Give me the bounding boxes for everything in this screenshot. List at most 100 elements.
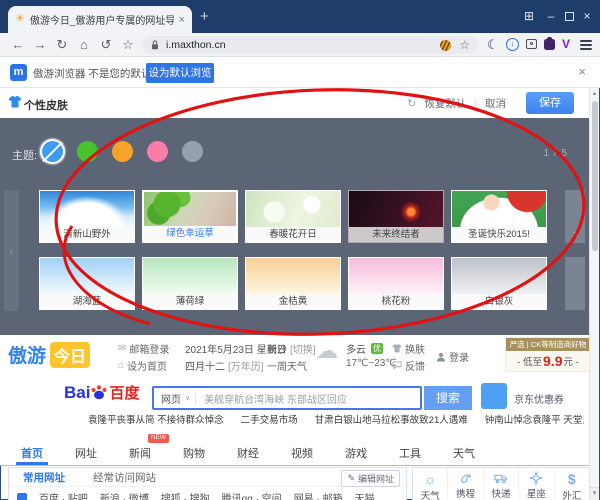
screenshot-icon[interactable] [526, 39, 537, 49]
maximize-button[interactable] [565, 12, 574, 21]
scroll-up-arrow[interactable]: ▴ [590, 89, 599, 97]
widget-forex[interactable]: $ 外汇 [554, 468, 589, 500]
theme-swatch[interactable] [77, 141, 98, 162]
hot-link[interactable]: 钟南山悼念袁隆平 天堂里好好休息 [485, 412, 584, 426]
nav-tab-tools[interactable]: 工具 [394, 443, 426, 465]
undo-icon[interactable]: ↺ [98, 37, 114, 53]
search-input[interactable]: 网页 ∨ 美舰穿航台湾海峡 东部战区回应 [152, 386, 422, 410]
restore-refresh-icon[interactable]: ↻ [407, 97, 416, 110]
tab-common-sites[interactable]: 常用网址 [9, 470, 79, 485]
theme-swatch[interactable] [147, 141, 168, 162]
widget-ctrip[interactable]: 携程 [447, 468, 482, 500]
widget-horoscope[interactable]: 星座 [518, 468, 553, 500]
forward-icon[interactable]: → [32, 37, 48, 53]
theme-swatch[interactable] [112, 141, 133, 162]
site-link-group[interactable]: 新浪 · 微博 [100, 490, 149, 500]
theme-preview-image [40, 191, 134, 227]
restore-default-link[interactable]: 恢复默认 [424, 96, 466, 111]
theme-thumbnail[interactable]: 白银灰 [451, 257, 547, 310]
widget-weather[interactable]: ☼ 天气 [413, 468, 447, 500]
nav-tab-games[interactable]: 游戏 [340, 443, 372, 465]
mail-login-link[interactable]: ✉ 邮箱登录 [118, 341, 169, 356]
new-tab-button[interactable]: + [200, 8, 209, 25]
scrollbar-thumb[interactable] [592, 101, 599, 251]
back-icon[interactable]: ← [10, 37, 26, 53]
site-link-group[interactable]: 搜狐 · 搜狗 [161, 490, 210, 500]
set-default-browser-button[interactable]: 设为默认浏览器 [146, 63, 214, 83]
nav-tab-sites[interactable]: 网址 [70, 443, 102, 465]
nav-tab-home[interactable]: 首页 [16, 443, 48, 465]
carousel-prev-strip[interactable]: ‹ [4, 190, 19, 311]
city-row: 长沙 [切换] [267, 341, 316, 356]
login-link[interactable]: 登录 [436, 349, 469, 364]
page-scrollbar[interactable]: ▴ ▾ [589, 88, 599, 500]
jd-ad-text[interactable]: 京东优惠券 [514, 391, 564, 406]
reload-icon[interactable]: ↻ [54, 37, 70, 53]
extensions-puzzle-icon[interactable] [544, 39, 555, 50]
theme-swatch[interactable] [42, 141, 63, 162]
scroll-down-arrow[interactable]: ▾ [590, 487, 599, 500]
theme-thumbnail[interactable]: 金桔黄 [245, 257, 341, 310]
lock-icon [151, 40, 159, 50]
save-button[interactable]: 保存 [526, 92, 574, 114]
home-icon[interactable]: ⌂ [76, 37, 92, 53]
theme-thumbnail[interactable]: 清新山野外 [39, 190, 135, 243]
download-icon[interactable]: ↓ [506, 38, 519, 51]
window-close-button[interactable]: × [580, 9, 594, 23]
theme-thumbnail[interactable]: 桃花粉 [348, 257, 444, 310]
calendar-link[interactable]: [万年历] [228, 358, 264, 373]
widget-express[interactable]: 快递 [483, 468, 518, 500]
search-scope-select[interactable]: 网页 [154, 391, 185, 406]
tab-frequent-sites[interactable]: 经常访问网站 [79, 470, 170, 485]
site-link-group[interactable]: 网易 · 邮箱 [294, 490, 343, 500]
theme-thumbnail[interactable]: 薄荷绿 [142, 257, 238, 310]
cancel-link[interactable]: 取消 [485, 96, 506, 111]
address-bar[interactable]: i.maxthon.cn ☆ [142, 36, 478, 54]
hot-link[interactable]: 二手交易市场 [241, 412, 298, 426]
nav-tab-finance[interactable]: 财经 [232, 443, 264, 465]
feedback-link[interactable]: 反馈 [392, 358, 425, 373]
carousel-next-strip[interactable] [565, 257, 585, 310]
week-weather-link[interactable]: 一周天气 [267, 358, 307, 373]
hot-link[interactable]: 袁隆平丧事从简 不接待群众悼念 [88, 412, 224, 426]
split-view-icon[interactable]: ⊞ [522, 9, 536, 23]
site-link-group[interactable]: 百度 · 贴吧 [39, 490, 88, 500]
chevron-right-icon[interactable]: › [567, 226, 585, 244]
theme-name: 春暖花开日 [246, 227, 340, 242]
jd-ad-logo[interactable] [481, 383, 507, 409]
nav-tab-shopping[interactable]: 购物 [178, 443, 210, 465]
baidu-logo-cn: 百度 [109, 386, 139, 401]
url-text[interactable]: i.maxthon.cn [166, 39, 226, 51]
minimize-button[interactable]: – [544, 9, 558, 23]
menu-hamburger-icon[interactable] [580, 40, 592, 50]
theme-swatch[interactable] [182, 141, 203, 162]
toolbar: ← → ↻ ⌂ ↺ ☆ i.maxthon.cn ☆ ☾ ↓ V [0, 33, 600, 57]
notice-close-icon[interactable]: × [578, 64, 586, 79]
site-link-group[interactable]: 天猫 [355, 490, 375, 500]
default-browser-notice: m 傲游浏览器 不是您的默认浏览器 设为默认浏览器 × [0, 57, 600, 88]
search-button[interactable]: 搜索 [424, 386, 472, 410]
set-home-link[interactable]: ⌂ 设为首页 [118, 358, 167, 373]
theme-thumbnail[interactable]: 未来终结者 [348, 190, 444, 243]
night-mode-icon[interactable]: ☾ [487, 37, 499, 53]
bee-extension-icon[interactable] [440, 40, 451, 51]
hot-link[interactable]: 甘肃白银山地马拉松事故致21人遇难 [315, 412, 468, 426]
site-link-group[interactable]: 腾讯qq · 空间 [222, 490, 282, 500]
theme-thumbnail[interactable]: 春暖花开日 [245, 190, 341, 243]
bookmark-star-icon[interactable]: ☆ [459, 38, 470, 52]
nav-tab-video[interactable]: 视频 [286, 443, 318, 465]
promo-ad[interactable]: 严选 | CK等制造商好物 - 低至 9.9 元 - [505, 337, 591, 372]
nav-tab-weather[interactable]: 天气 [448, 443, 480, 465]
theme-thumbnail-selected[interactable]: 绿色幸运草 [142, 190, 238, 243]
edit-sites-button[interactable]: ✎ 编辑网址 [341, 470, 400, 487]
nav-tab-news[interactable]: 新闻NEW [124, 443, 156, 465]
tab-close-icon[interactable]: × [179, 14, 185, 26]
city-switch-link[interactable]: [切换] [290, 341, 316, 356]
browser-tab[interactable]: ☀ 傲游今日_傲游用户专属的网址导 × [8, 6, 192, 33]
v-extension-icon[interactable]: V [562, 37, 570, 51]
theme-thumbnail[interactable]: 圣诞快乐2015! [451, 190, 547, 243]
favorites-star-icon[interactable]: ☆ [120, 37, 136, 53]
skin-panel-header: 个性皮肤 ↻ 恢复默认 | 取消 保存 [0, 88, 590, 118]
change-skin-link[interactable]: 换肤 [392, 341, 425, 356]
theme-thumbnail[interactable]: 湖海蓝 [39, 257, 135, 310]
